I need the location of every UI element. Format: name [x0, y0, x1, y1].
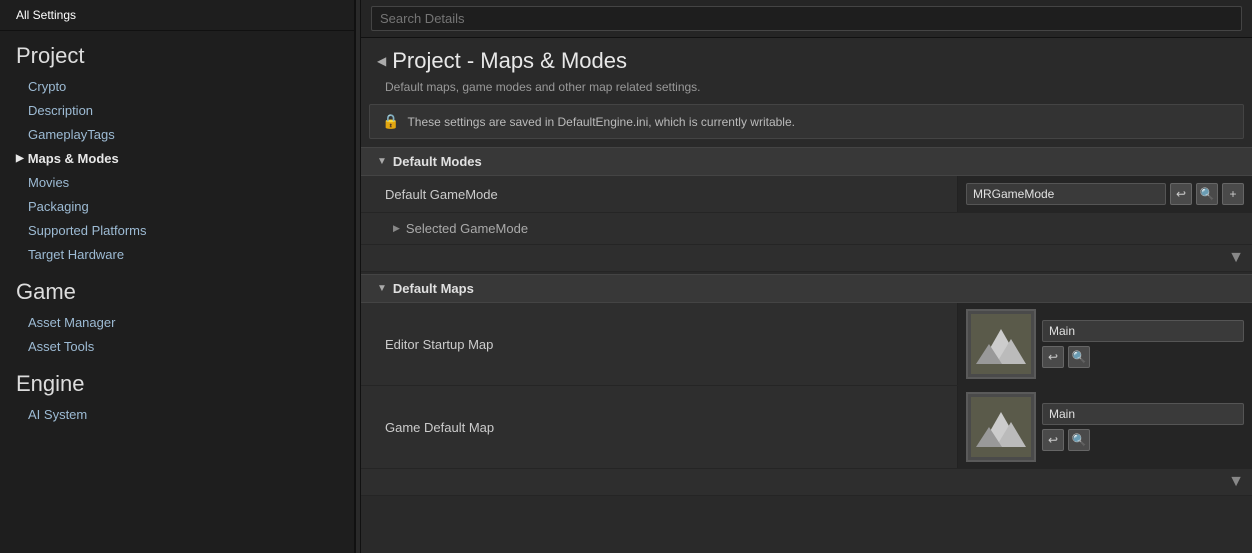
label-default-gamemode: Default GameMode — [361, 179, 957, 210]
section-title-bar-default-modes[interactable]: ▼ Default Modes — [361, 147, 1252, 176]
section-header-engine: Engine — [0, 359, 354, 403]
control-editor-startup-map: Main ↩ 🔍 — [957, 303, 1252, 385]
section-header-project: Project — [0, 31, 354, 75]
reset-editor-map-button[interactable]: ↩ — [1042, 346, 1064, 368]
scroll-indicator-modes: ▼ — [361, 245, 1252, 272]
section-title-default-maps: Default Maps — [393, 281, 474, 296]
expand-tri-icon: ▶ — [393, 223, 400, 234]
section-title-bar-default-maps[interactable]: ▼ Default Maps — [361, 274, 1252, 303]
search-input[interactable] — [371, 6, 1242, 31]
game-map-preview-icon — [971, 397, 1031, 457]
info-banner: 🔒 These settings are saved in DefaultEng… — [369, 104, 1244, 139]
row-game-default-map: Game Default Map Main — [361, 386, 1252, 469]
sidebar-item-asset-tools[interactable]: Asset Tools — [0, 335, 354, 359]
map-controls-top-game: Main — [1042, 403, 1244, 425]
search-editor-map-button[interactable]: 🔍 — [1068, 346, 1090, 368]
sidebar: All Settings Project Crypto Description … — [0, 0, 355, 553]
sidebar-item-packaging[interactable]: Packaging — [0, 195, 354, 219]
search-bar — [361, 0, 1252, 38]
sidebar-item-target-hardware[interactable]: Target Hardware — [0, 243, 354, 267]
reset-game-map-button[interactable]: ↩ — [1042, 429, 1064, 451]
page-header: ◀ Project - Maps & Modes — [361, 38, 1252, 80]
section-collapse-icon: ▼ — [377, 156, 387, 167]
scroll-down-icon: ▼ — [1228, 249, 1244, 267]
sidebar-item-movies[interactable]: Movies — [0, 171, 354, 195]
sidebar-item-asset-manager[interactable]: Asset Manager — [0, 311, 354, 335]
map-controls-top-editor: Main — [1042, 320, 1244, 342]
row-selected-gamemode[interactable]: ▶ Selected GameMode — [361, 213, 1252, 245]
dropdown-game-default-map[interactable]: Main — [1042, 403, 1244, 425]
row-editor-startup-map: Editor Startup Map Main — [361, 303, 1252, 386]
main-content: ◀ Project - Maps & Modes Default maps, g… — [361, 0, 1252, 553]
dropdown-editor-startup-map[interactable]: Main — [1042, 320, 1244, 342]
lock-icon: 🔒 — [382, 113, 399, 130]
thumbnail-editor-startup-map — [966, 309, 1036, 379]
map-preview-icon — [971, 314, 1031, 374]
section-default-maps: ▼ Default Maps Editor Startup Map — [361, 274, 1252, 496]
section-header-game: Game — [0, 267, 354, 311]
scroll-indicator-maps: ▼ — [361, 469, 1252, 496]
map-controls-game-default: Main ↩ 🔍 — [1042, 403, 1244, 451]
row-default-gamemode: Default GameMode MRGameMode ↩ 🔍 + — [361, 176, 1252, 213]
sidebar-item-maps-modes[interactable]: ▶ Maps & Modes — [0, 147, 354, 171]
reset-gamemode-button[interactable]: ↩ — [1170, 183, 1192, 205]
map-controls-editor-startup: Main ↩ 🔍 — [1042, 320, 1244, 368]
sidebar-item-ai-system[interactable]: AI System — [0, 403, 354, 427]
control-game-default-map: Main ↩ 🔍 — [957, 386, 1252, 468]
label-editor-startup-map: Editor Startup Map — [361, 325, 957, 364]
label-selected-gamemode: ▶ Selected GameMode — [361, 215, 544, 242]
sidebar-item-crypto[interactable]: Crypto — [0, 75, 354, 99]
control-default-gamemode: MRGameMode ↩ 🔍 + — [957, 176, 1252, 212]
dropdown-default-gamemode[interactable]: MRGameMode — [966, 183, 1166, 205]
label-game-default-map: Game Default Map — [361, 408, 957, 447]
sidebar-item-description[interactable]: Description — [0, 99, 354, 123]
section-collapse-maps-icon: ▼ — [377, 283, 387, 294]
thumbnail-game-default-map — [966, 392, 1036, 462]
add-gamemode-button[interactable]: + — [1222, 183, 1244, 205]
sidebar-item-gameplaytags[interactable]: GameplayTags — [0, 123, 354, 147]
search-game-map-button[interactable]: 🔍 — [1068, 429, 1090, 451]
collapse-arrow-icon: ◀ — [377, 54, 386, 68]
page-title: Project - Maps & Modes — [392, 48, 627, 74]
search-gamemode-button[interactable]: 🔍 — [1196, 183, 1218, 205]
all-settings-link[interactable]: All Settings — [0, 0, 354, 31]
expand-arrow-icon: ▶ — [16, 153, 24, 164]
page-subtitle: Default maps, game modes and other map r… — [361, 80, 1252, 104]
scroll-down-maps-icon: ▼ — [1228, 473, 1244, 491]
sidebar-item-supported-platforms[interactable]: Supported Platforms — [0, 219, 354, 243]
section-default-modes: ▼ Default Modes Default GameMode MRGameM… — [361, 147, 1252, 272]
info-banner-text: These settings are saved in DefaultEngin… — [407, 115, 795, 129]
section-title-default-modes: Default Modes — [393, 154, 482, 169]
